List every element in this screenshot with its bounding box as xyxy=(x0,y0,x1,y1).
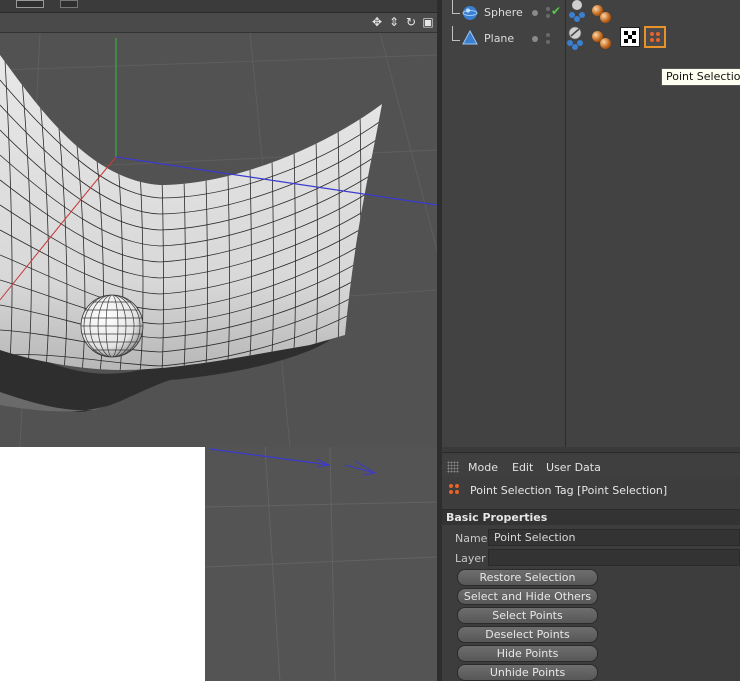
grip-icon[interactable] xyxy=(447,461,459,473)
viewport-nav-icons: ✥ ⇕ ↻ ▣ xyxy=(370,15,435,29)
menu-edit[interactable]: Edit xyxy=(512,461,533,474)
sphere-object[interactable] xyxy=(80,294,144,358)
enabled-check-icon[interactable]: ✔ xyxy=(551,4,561,18)
phong-tag-icon[interactable] xyxy=(568,0,586,22)
attribute-manager: Mode Edit User Data Point Selection Tag … xyxy=(442,452,740,681)
object-manager-column-divider xyxy=(565,0,566,447)
move-icon[interactable]: ✥ xyxy=(370,15,384,29)
object-row-sphere[interactable]: Sphere ✔ xyxy=(442,0,740,26)
viewport-toolbar: ✥ ⇕ ↻ ▣ xyxy=(0,13,437,33)
menu-mode[interactable]: Mode xyxy=(468,461,498,474)
select-and-hide-others-button[interactable]: Select and Hide Others xyxy=(457,588,598,605)
texture-tag-icon[interactable] xyxy=(620,27,640,47)
section-label: Basic Properties xyxy=(446,511,548,524)
render-visibility-dot[interactable] xyxy=(546,7,550,11)
name-field[interactable]: Point Selection xyxy=(488,529,740,546)
hide-points-button[interactable]: Hide Points xyxy=(457,645,598,662)
layer-label: Layer xyxy=(455,552,486,565)
secondary-viewport-scene xyxy=(205,447,437,681)
section-header[interactable]: Basic Properties xyxy=(442,509,740,525)
point-selection-icon xyxy=(449,484,459,494)
secondary-viewport[interactable] xyxy=(205,447,437,681)
object-name[interactable]: Sphere xyxy=(484,6,523,19)
rotate-icon[interactable]: ↻ xyxy=(404,15,418,29)
cloth-tag-icon[interactable] xyxy=(566,26,586,50)
attribute-title: Point Selection Tag [Point Selection] xyxy=(470,484,668,497)
menu-user-data[interactable]: User Data xyxy=(546,461,601,474)
blank-panel xyxy=(0,447,205,681)
editor-visibility-dot[interactable] xyxy=(532,36,538,42)
3d-viewport[interactable]: ✥ ⇕ ↻ ▣ xyxy=(0,0,437,447)
viewport-menu-button[interactable] xyxy=(16,0,44,8)
layout-icon[interactable]: ▣ xyxy=(421,15,435,29)
name-label: Name xyxy=(455,532,488,545)
plane-icon xyxy=(462,30,478,45)
editor-visibility-dot[interactable] xyxy=(532,10,538,16)
object-row-plane[interactable]: Plane xyxy=(442,26,740,52)
layer-field[interactable] xyxy=(488,549,740,566)
point-selection-tag-icon[interactable] xyxy=(644,26,666,48)
viewport-scene[interactable] xyxy=(0,33,437,447)
sphere-icon xyxy=(462,6,478,20)
viewport-menu-button-2[interactable] xyxy=(60,0,78,8)
render-visibility-dot[interactable] xyxy=(546,33,550,37)
deselect-points-button[interactable]: Deselect Points xyxy=(457,626,598,643)
select-points-button[interactable]: Select Points xyxy=(457,607,598,624)
viewport-menubar xyxy=(0,0,437,13)
tooltip: Point Selection xyxy=(661,68,740,86)
zoom-icon[interactable]: ⇕ xyxy=(387,15,401,29)
object-name[interactable]: Plane xyxy=(484,32,514,45)
attribute-menubar: Mode Edit User Data xyxy=(442,455,740,477)
unhide-points-button[interactable]: Unhide Points xyxy=(457,664,598,681)
restore-selection-button[interactable]: Restore Selection xyxy=(457,569,598,586)
